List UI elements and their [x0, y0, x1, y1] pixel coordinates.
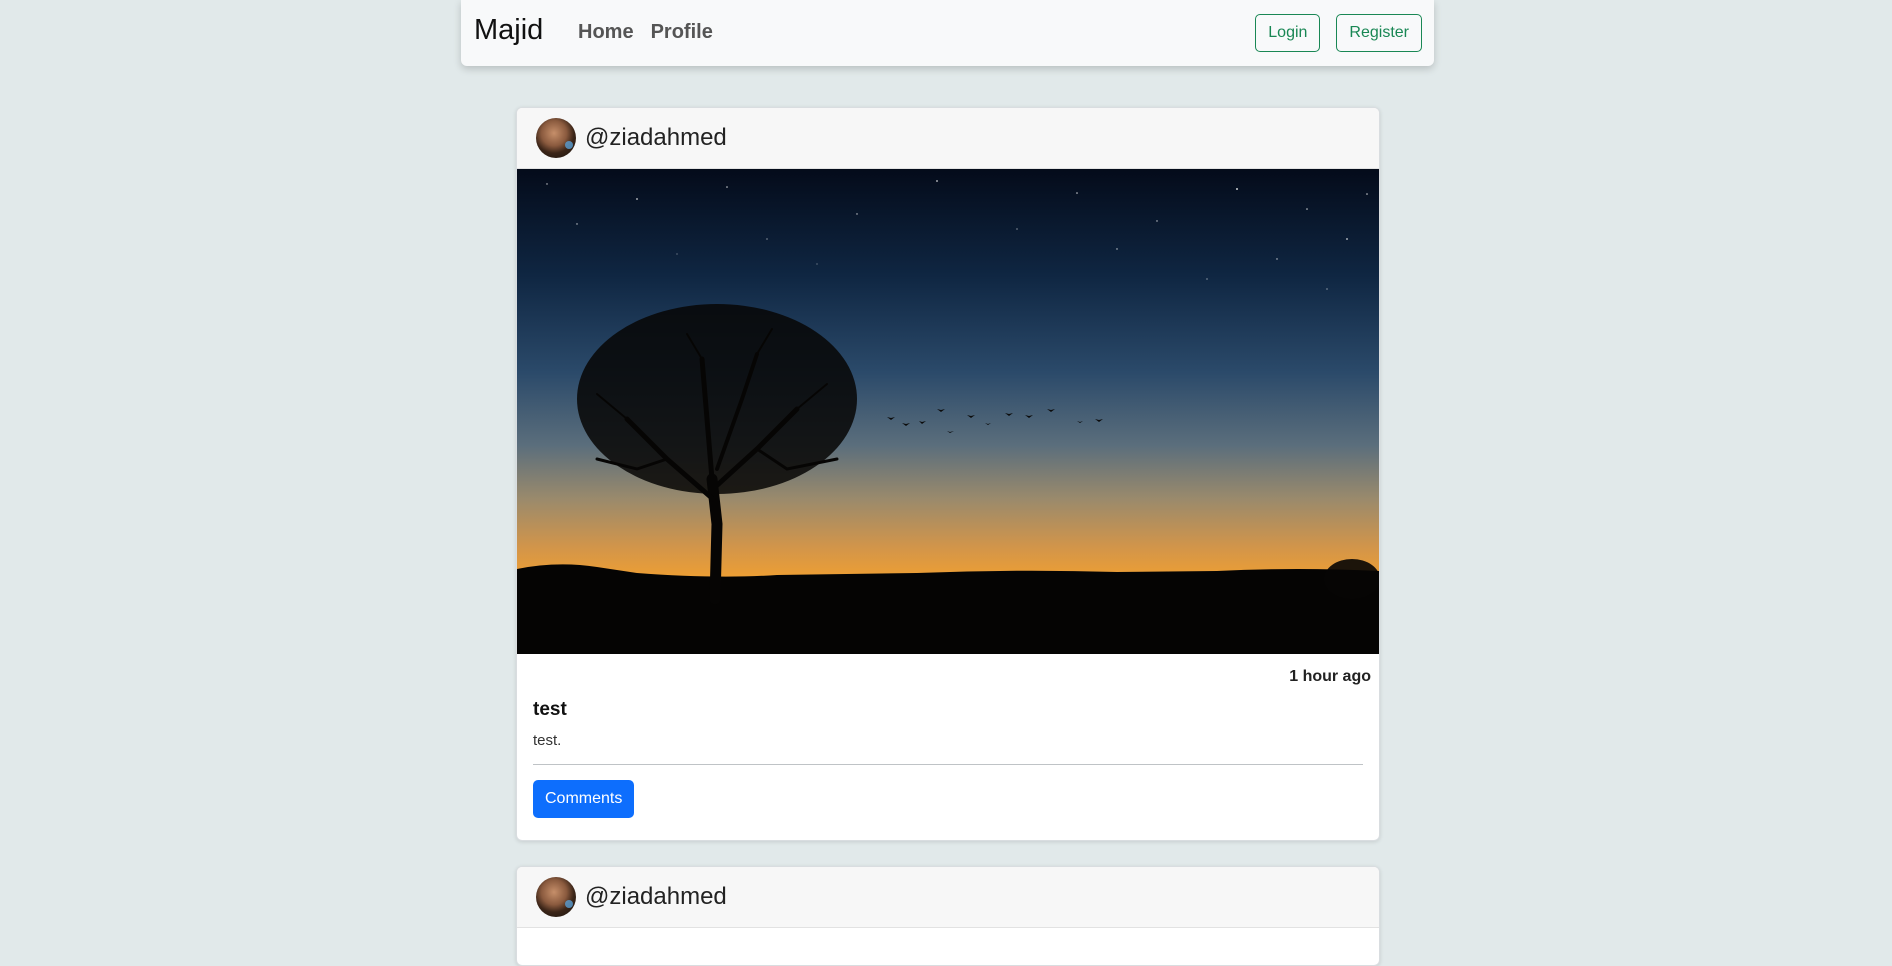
- post-header: @ziadahmed: [517, 108, 1379, 169]
- post-timestamp: 1 hour ago: [1289, 668, 1371, 685]
- post-title: test: [533, 699, 567, 720]
- nav-links: Home Profile: [578, 22, 713, 42]
- post-text: test.: [533, 732, 562, 749]
- post-username[interactable]: @ziadahmed: [585, 126, 727, 150]
- post-username[interactable]: @ziadahmed: [585, 885, 727, 909]
- post-card: @ziadahmed: [516, 866, 1380, 966]
- register-button[interactable]: Register: [1336, 14, 1422, 52]
- post-card: @ziadahmed: [516, 107, 1380, 841]
- post-header: @ziadahmed: [517, 867, 1379, 928]
- avatar[interactable]: [536, 118, 576, 158]
- divider: [533, 764, 1363, 765]
- nav-actions: Login Register: [1255, 14, 1422, 52]
- navbar: Majid Home Profile Login Register: [461, 0, 1434, 66]
- nav-link-home[interactable]: Home: [578, 22, 634, 42]
- brand-logo[interactable]: Majid: [474, 16, 543, 45]
- avatar[interactable]: [536, 877, 576, 917]
- nav-link-profile[interactable]: Profile: [651, 22, 713, 42]
- login-button[interactable]: Login: [1255, 14, 1321, 52]
- post-image: [517, 169, 1379, 654]
- comments-button[interactable]: Comments: [533, 780, 635, 818]
